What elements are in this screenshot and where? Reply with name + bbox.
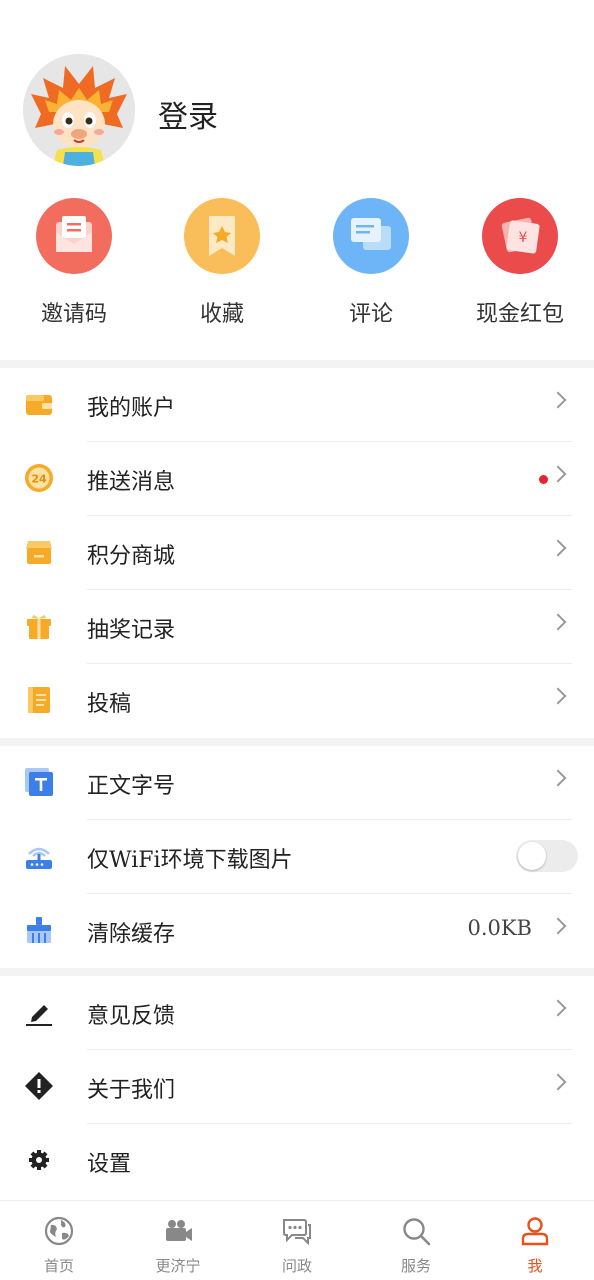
- envelope-icon: [36, 198, 112, 274]
- profile-header: 登录: [0, 0, 594, 180]
- tab-label: 服务: [400, 1257, 431, 1275]
- menu-item-label: 仅WiFi环境下载图片: [87, 848, 293, 873]
- globe-icon: [43, 1215, 75, 1247]
- menu-item-lottery-records[interactable]: 抽奖记录: [0, 590, 594, 664]
- menu-item-label: 积分商城: [87, 544, 176, 569]
- section-separator: [0, 360, 594, 368]
- pencil-icon: [24, 997, 54, 1027]
- tab-label: 首页: [43, 1257, 74, 1275]
- svg-text:24: 24: [31, 473, 47, 486]
- quick-actions: 邀请码 收藏 评论 ¥ 现金红包: [0, 198, 594, 338]
- comment-icon: [333, 198, 409, 274]
- menu-item-clear-cache[interactable]: 清除缓存 0.0KB: [0, 894, 594, 968]
- broom-icon: [24, 915, 54, 945]
- tab-label: 问政: [281, 1257, 312, 1275]
- menu-item-label: 推送消息: [87, 470, 176, 495]
- tab-services[interactable]: 服务: [357, 1215, 475, 1276]
- menu-item-label: 我的账户: [87, 396, 176, 421]
- menu-item-feedback[interactable]: 意见反馈: [0, 976, 594, 1050]
- menu-item-wifi-only-images: 仅WiFi环境下载图片: [0, 820, 594, 894]
- gift-icon: [24, 611, 54, 641]
- menu-item-settings[interactable]: 设置: [0, 1124, 594, 1198]
- tab-me[interactable]: 我: [476, 1215, 594, 1276]
- wallet-icon: [24, 389, 54, 419]
- quick-action-label: 邀请码: [40, 302, 107, 327]
- chevron-right-icon: [549, 613, 567, 631]
- tab-home[interactable]: 首页: [0, 1215, 118, 1276]
- toggle-knob: [518, 842, 546, 870]
- tab-inquiry[interactable]: 问政: [238, 1215, 356, 1276]
- menu-item-about-us[interactable]: 关于我们: [0, 1050, 594, 1124]
- login-label[interactable]: 登录: [158, 92, 218, 136]
- person-icon: [519, 1215, 551, 1247]
- tab-more-jining[interactable]: 更济宁: [119, 1215, 237, 1276]
- menu-item-my-account[interactable]: 我的账户: [0, 368, 594, 442]
- avatar[interactable]: [23, 54, 135, 166]
- tab-label: 更济宁: [155, 1257, 201, 1275]
- chevron-right-icon: [549, 539, 567, 557]
- menu-item-label: 投稿: [87, 692, 132, 717]
- section-separator: [0, 968, 594, 976]
- quick-action-invite-code[interactable]: 邀请码: [0, 198, 148, 328]
- chevron-right-icon: [549, 465, 567, 483]
- quick-action-favorites[interactable]: 收藏: [148, 198, 296, 328]
- unread-badge: [539, 475, 548, 484]
- video-camera-icon: [162, 1215, 194, 1247]
- push-24-icon: 24: [24, 463, 54, 493]
- chevron-right-icon: [549, 1073, 567, 1091]
- menu-item-label: 清除缓存: [87, 922, 176, 947]
- search-icon: [400, 1215, 432, 1247]
- menu-item-font-size[interactable]: 正文字号: [0, 746, 594, 820]
- cache-size-value: 0.0KB: [467, 916, 532, 940]
- chevron-right-icon: [549, 769, 567, 787]
- quick-action-label: 评论: [348, 302, 393, 327]
- menu-item-label: 设置: [87, 1152, 132, 1177]
- menu-item-label: 关于我们: [87, 1078, 176, 1103]
- lion-mascot-icon: [23, 54, 135, 166]
- chevron-right-icon: [549, 687, 567, 705]
- notebook-icon: [24, 685, 54, 715]
- menu-item-label: 抽奖记录: [87, 618, 176, 643]
- menu-item-label: 意见反馈: [87, 1004, 176, 1029]
- red-envelope-icon: ¥: [482, 198, 558, 274]
- menu-item-submit-article[interactable]: 投稿: [0, 664, 594, 738]
- section-separator: [0, 738, 594, 746]
- gear-icon: [24, 1145, 54, 1175]
- chevron-right-icon: [549, 999, 567, 1017]
- menu-item-label: 正文字号: [87, 774, 176, 799]
- quick-action-label: 收藏: [199, 302, 244, 327]
- chevron-right-icon: [549, 917, 567, 935]
- bottom-tab-bar: 首页 更济宁 问政 服务 我: [0, 1200, 594, 1280]
- quick-action-label: 现金红包: [475, 302, 564, 327]
- menu-item-push-messages[interactable]: 24 推送消息: [0, 442, 594, 516]
- wifi-only-toggle[interactable]: [516, 840, 578, 872]
- quick-action-red-envelope[interactable]: ¥ 现金红包: [446, 198, 594, 328]
- menu-item-points-mall[interactable]: 积分商城: [0, 516, 594, 590]
- store-icon: [24, 537, 54, 567]
- tab-label: 我: [527, 1257, 543, 1275]
- font-size-icon: [24, 767, 54, 797]
- chat-bubbles-icon: [281, 1215, 313, 1247]
- info-diamond-icon: [24, 1071, 54, 1101]
- quick-action-comments[interactable]: 评论: [297, 198, 445, 328]
- svg-text:¥: ¥: [519, 230, 528, 246]
- router-icon: [24, 841, 54, 871]
- bookmark-icon: [184, 198, 260, 274]
- chevron-right-icon: [549, 391, 567, 409]
